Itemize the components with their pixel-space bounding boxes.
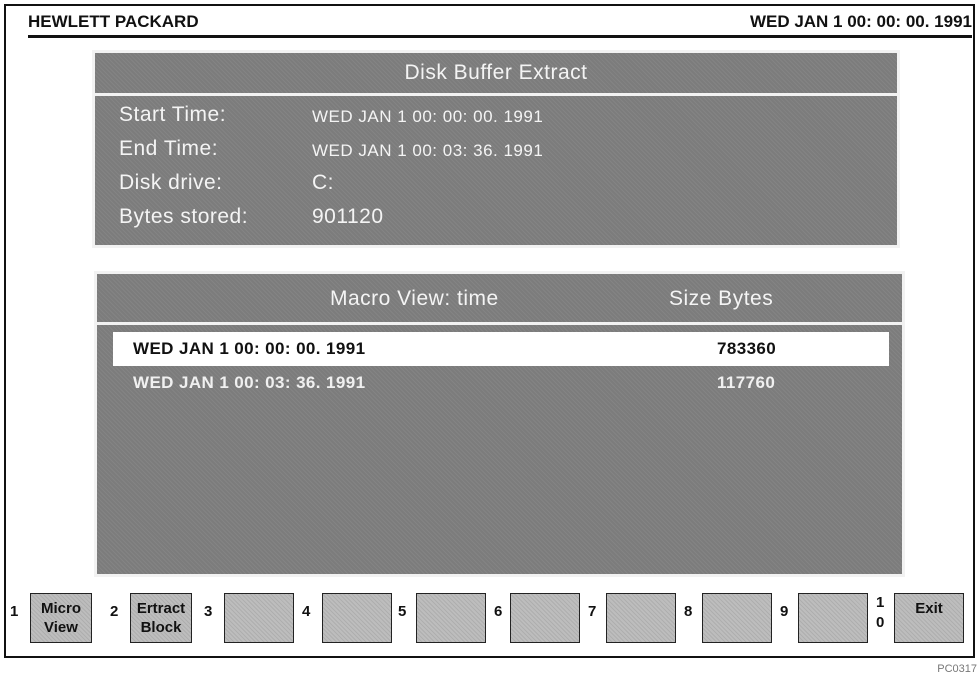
fkey-number: 5 <box>398 603 407 620</box>
disk-drive-value: C: <box>312 171 334 194</box>
fkey-number: 2 <box>110 603 119 620</box>
list-item[interactable]: WED JAN 1 00: 00: 00. 1991 783360 <box>113 332 889 366</box>
bytes-stored-label: Bytes stored: <box>119 205 249 228</box>
disk-drive-row: Disk drive: C: <box>119 171 334 195</box>
fkey-number: 3 <box>204 603 213 620</box>
fkey-3-button[interactable] <box>224 593 294 643</box>
fkey-number-top: 1 <box>876 594 885 611</box>
fkey-number: 1 <box>10 603 19 620</box>
list-item[interactable]: WED JAN 1 00: 03: 36. 1991 117760 <box>113 366 889 400</box>
fkey-label-line2: Block <box>140 619 182 636</box>
end-time-value: WED JAN 1 00: 03: 36. 1991 <box>312 141 544 160</box>
extract-block-button[interactable]: Ertract Block <box>130 593 192 643</box>
function-key-bar: 1 Micro View 2 Ertract Block 3 4 5 6 7 8… <box>10 593 975 645</box>
end-time-label: End Time: <box>119 137 219 160</box>
bytes-stored-value: 901120 <box>312 205 384 228</box>
bytes-stored-row: Bytes stored: 901120 <box>119 205 383 229</box>
start-time-value: WED JAN 1 00: 00: 00. 1991 <box>312 107 544 126</box>
macro-view-header: Macro View: time Size Bytes <box>97 274 902 325</box>
end-time-row: End Time: WED JAN 1 00: 03: 36. 1991 <box>119 137 543 161</box>
figure-code: PC0317 <box>937 663 977 675</box>
fkey-number: 1 0 <box>876 593 884 633</box>
fkey-number: 9 <box>780 603 789 620</box>
fkey-number: 8 <box>684 603 693 620</box>
fkey-8-button[interactable] <box>702 593 772 643</box>
fkey-number: 4 <box>302 603 311 620</box>
start-time-label: Start Time: <box>119 103 227 126</box>
fkey-number-bottom: 0 <box>876 614 885 631</box>
fkey-label-line1: Micro <box>40 600 81 617</box>
list-item-size: 783360 <box>717 339 777 358</box>
exit-button[interactable]: Exit <box>894 593 964 643</box>
list-item-time: WED JAN 1 00: 03: 36. 1991 <box>133 373 366 392</box>
header-bar: HEWLETT PACKARD WED JAN 1 00: 00: 00. 19… <box>28 9 972 37</box>
fkey-number: 7 <box>588 603 597 620</box>
header-datetime: WED JAN 1 00: 00: 00. 1991 <box>749 12 972 31</box>
header-divider <box>28 35 972 38</box>
disk-buffer-extract-panel: Disk Buffer Extract Start Time: WED JAN … <box>92 50 900 248</box>
column-header-time: Macro View: time <box>330 287 499 310</box>
fkey-number: 6 <box>494 603 503 620</box>
macro-view-panel: Macro View: time Size Bytes WED JAN 1 00… <box>94 271 905 577</box>
fkey-5-button[interactable] <box>416 593 486 643</box>
fkey-label-line2: View <box>44 619 78 636</box>
fkey-label-line1: Exit <box>915 600 943 617</box>
micro-view-button[interactable]: Micro View <box>30 593 92 643</box>
list-item-size: 117760 <box>717 373 776 392</box>
fkey-label-line1: Ertract <box>136 600 186 617</box>
brand-label: HEWLETT PACKARD <box>28 12 199 31</box>
column-header-size: Size Bytes <box>669 287 774 310</box>
fkey-4-button[interactable] <box>322 593 392 643</box>
list-item-time: WED JAN 1 00: 00: 00. 1991 <box>133 339 366 358</box>
fkey-9-button[interactable] <box>798 593 868 643</box>
fkey-7-button[interactable] <box>606 593 676 643</box>
panel-title: Disk Buffer Extract <box>95 53 897 96</box>
fkey-6-button[interactable] <box>510 593 580 643</box>
start-time-row: Start Time: WED JAN 1 00: 00: 00. 1991 <box>119 103 543 127</box>
disk-drive-label: Disk drive: <box>119 171 223 194</box>
